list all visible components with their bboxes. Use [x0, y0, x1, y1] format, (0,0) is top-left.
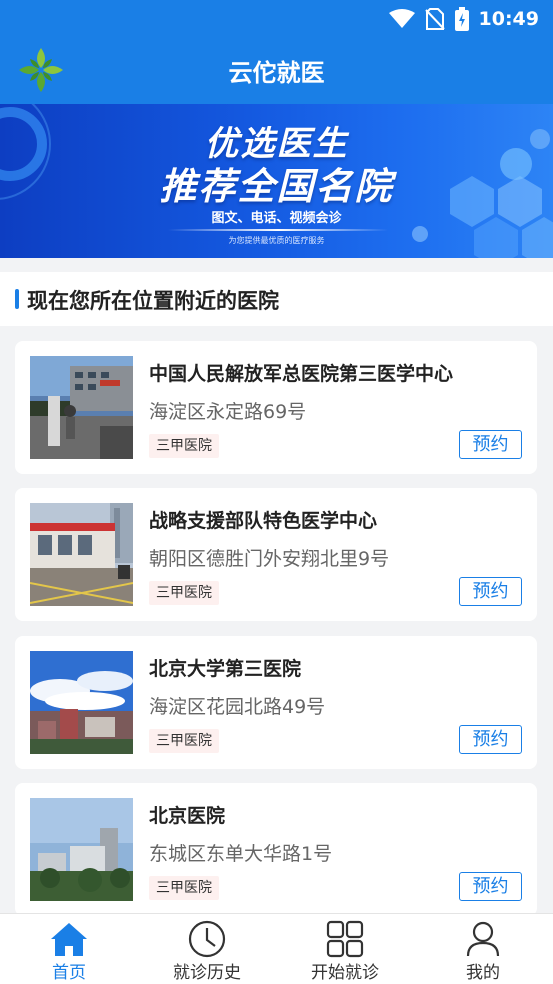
hospital-card[interactable]: 北京大学第三医院 海淀区花园北路49号 三甲医院 预约 [15, 636, 537, 769]
promo-banner[interactable]: 优选医生 推荐全国名院 图文、电话、视频会诊 为您提供最优质的医疗服务 [0, 104, 553, 258]
book-button[interactable]: 预约 [459, 725, 522, 754]
home-icon [51, 923, 87, 956]
tab-history[interactable]: 就诊历史 [138, 914, 276, 984]
tab-profile[interactable]: 我的 [414, 914, 552, 984]
hospital-level-badge: 三甲医院 [149, 434, 219, 458]
tab-home-label: 首页 [52, 963, 86, 983]
tab-home[interactable]: 首页 [0, 914, 138, 984]
hospital-name: 北京大学第三医院 [149, 658, 302, 680]
tab-profile-label: 我的 [466, 963, 500, 983]
banner-subtitle: 图文、电话、视频会诊 [211, 211, 342, 226]
tab-start-visit-label: 开始就诊 [311, 963, 379, 983]
status-icons: 10:49 [388, 6, 539, 32]
hospital-card[interactable]: 战略支援部队特色医学中心 朝阳区德胜门外安翔北里9号 三甲医院 预约 [15, 488, 537, 621]
status-time: 10:49 [478, 8, 539, 30]
hospital-address: 朝阳区德胜门外安翔北里9号 [149, 548, 390, 570]
book-button[interactable]: 预约 [459, 872, 522, 901]
bottom-tab-bar: 首页 就诊历史 开始就诊 我的 [0, 913, 553, 984]
book-button[interactable]: 预约 [459, 430, 522, 459]
tab-start-visit[interactable]: 开始就诊 [276, 914, 414, 984]
hospital-address: 海淀区永定路69号 [149, 401, 307, 423]
status-bar: 10:49 [0, 0, 553, 38]
hospital-photo [30, 356, 133, 459]
hospital-address: 海淀区花园北路49号 [149, 696, 326, 718]
banner-headline-2: 推荐全国名院 [159, 165, 394, 208]
hospital-card[interactable]: 中国人民解放军总医院第三医学中心 海淀区永定路69号 三甲医院 预约 [15, 341, 537, 474]
section-accent-bar [15, 289, 19, 309]
app-title: 云佗就医 [228, 59, 325, 87]
hospital-photo [30, 651, 133, 754]
clock-icon [188, 920, 226, 958]
hospital-address: 东城区东单大华路1号 [149, 843, 333, 865]
hospital-level-badge: 三甲医院 [149, 876, 219, 900]
hospital-name: 中国人民解放军总医院第三医学中心 [149, 363, 454, 385]
hospital-level-badge: 三甲医院 [149, 729, 219, 753]
grid-icon [326, 920, 364, 958]
tab-history-label: 就诊历史 [173, 963, 241, 983]
hospital-name: 战略支援部队特色医学中心 [149, 510, 378, 532]
hospital-level-badge: 三甲医院 [149, 581, 219, 605]
wifi-icon [388, 9, 415, 28]
section-title: 现在您所在位置附近的医院 [27, 289, 279, 313]
hospital-photo [30, 798, 133, 901]
book-button[interactable]: 预约 [459, 577, 522, 606]
banner-tagline: 为您提供最优质的医疗服务 [228, 236, 325, 245]
app-header: 云佗就医 [0, 38, 553, 104]
banner-divider [168, 229, 388, 231]
no-sim-icon [424, 8, 445, 30]
hospital-name: 北京医院 [149, 805, 226, 827]
battery-icon [454, 7, 469, 31]
person-icon [466, 921, 500, 957]
hospital-card[interactable]: 北京医院 东城区东单大华路1号 三甲医院 预约 [15, 783, 537, 916]
section-header: 现在您所在位置附近的医院 [0, 272, 553, 326]
hospital-photo [30, 503, 133, 606]
